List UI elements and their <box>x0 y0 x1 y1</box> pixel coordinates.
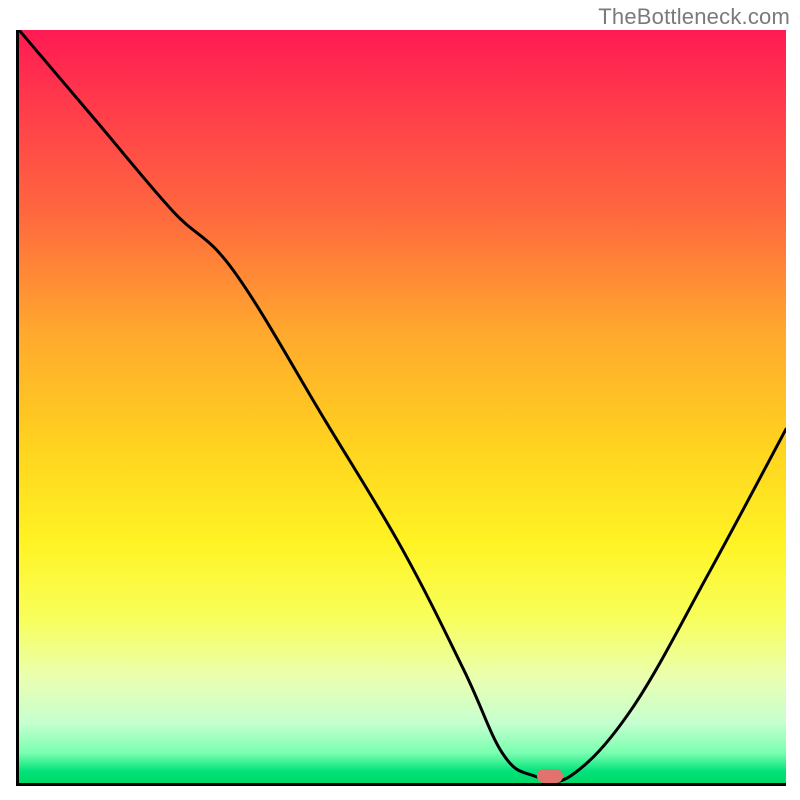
optimal-marker <box>537 769 563 783</box>
watermark-text: TheBottleneck.com <box>598 4 790 30</box>
plot-area <box>16 30 786 786</box>
chart-frame: TheBottleneck.com <box>0 0 800 800</box>
bottleneck-curve <box>19 30 786 783</box>
